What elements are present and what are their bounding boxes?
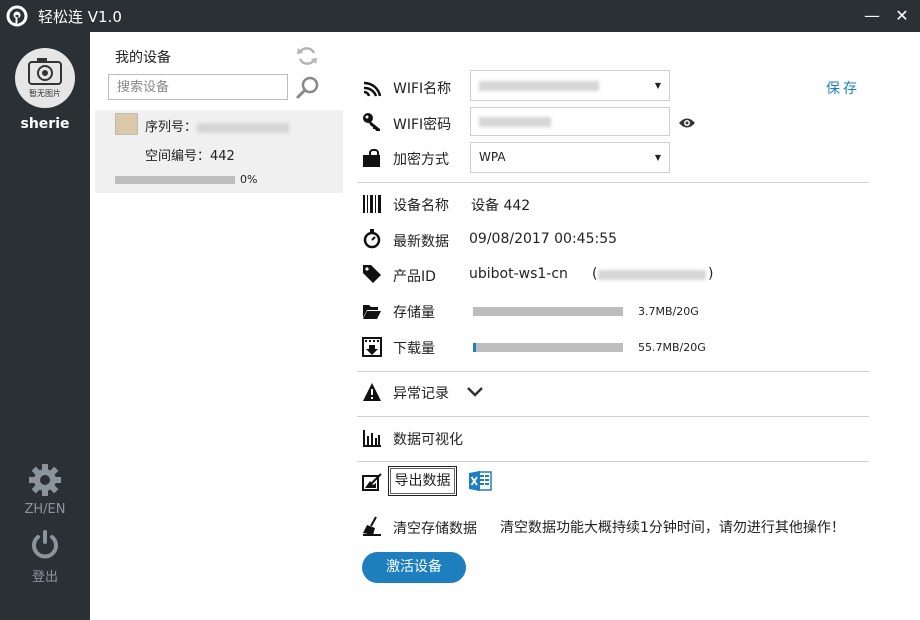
wifi-password-field[interactable] [470,107,670,136]
device-list-item[interactable]: 序列号： 空间编号：442 0% [95,110,343,193]
camera-icon [28,58,62,85]
device-name-label: 设备名称 [393,198,449,214]
latest-data-label: 最新数据 [393,234,449,250]
avatar[interactable]: 暂无图片 [15,48,75,108]
bar-chart-icon [363,430,381,447]
download-label: 下载量 [393,341,435,357]
device-serial-label: 序列号： [145,120,198,135]
chevron-down-icon: ▼ [654,81,661,90]
wifi-password-label: WIFI密码 [393,117,452,133]
clear-storage-label[interactable]: 清空存储数据 [393,518,477,538]
key-icon [363,113,380,131]
lock-briefcase-icon [363,149,380,167]
folder-open-icon [363,305,381,319]
save-button[interactable]: 保存 [826,78,860,98]
tag-icon [363,265,381,283]
device-thumbnail [115,113,138,135]
wifi-name-select[interactable]: ▼ [470,70,670,101]
product-id-label: 产品ID [393,269,436,285]
wifi-icon [363,81,382,97]
settings-gear-icon[interactable] [27,462,63,498]
device-progress-bar [115,176,235,184]
storage-label: 存储量 [393,305,435,321]
serial-redacted [197,122,290,133]
download-bar [473,343,623,352]
excel-icon[interactable] [468,470,492,492]
export-data-button[interactable]: 导出数据 [388,466,457,496]
chevron-down-icon: ▼ [654,153,661,162]
stopwatch-icon [363,229,381,249]
device-name-value: 设备 442 [471,198,531,214]
search-icon[interactable] [295,74,321,100]
encryption-select[interactable]: WPA ▼ [470,142,670,173]
password-redacted [479,117,551,127]
clear-storage-warning: 清空数据功能大概持续1分钟时间，请勿进行其他操作！ [500,520,845,536]
avatar-caption: 暂无图片 [29,89,61,98]
chevron-down-icon[interactable] [466,386,484,398]
window-title: 轻松连 V1.0 [38,8,122,26]
wifi-name-label: WIFI名称 [393,81,452,97]
product-id-paren-open: ( [592,266,598,282]
main-panel: WIFI名称 ▼ 保存 WIFI密码 加密方式 WPA ▼ 设备名称 设备 44… [350,32,920,620]
broom-icon [363,516,381,536]
alerts-toggle[interactable]: 异常记录 [393,383,449,403]
product-id-paren-close: ) [708,266,714,282]
divider [357,461,869,462]
download-text: 55.7MB/20G [638,341,706,354]
wifi-name-redacted [479,80,599,91]
close-button[interactable]: ✕ [892,6,912,26]
storage-bar [473,307,623,316]
latest-data-value: 09/08/2017 00:45:55 [469,231,618,247]
download-icon [362,337,382,357]
device-panel: 我的设备 序列号： 空间编号：442 0% [90,32,350,620]
divider [357,371,869,372]
storage-text: 3.7MB/20G [638,305,699,318]
divider [357,416,869,417]
power-icon[interactable] [28,528,62,562]
device-space-id: 空间编号：442 [145,149,235,164]
divider [357,182,869,183]
product-id-redacted [598,270,706,280]
download-bar-fill [473,343,476,352]
product-id-value: ubibot-ws1-cn [469,266,568,282]
eye-icon[interactable] [678,116,696,130]
title-bar: 轻松连 V1.0 — ✕ [0,0,920,32]
device-search-input[interactable] [108,74,288,100]
sidebar: 暂无图片 sherie ZH/EN 登出 [0,32,90,620]
activate-device-button[interactable]: 激活设备 [362,552,466,583]
encryption-value: WPA [479,150,506,164]
barcode-icon [363,195,381,213]
username: sherie [20,116,70,132]
device-serial: 序列号： [145,116,290,135]
image-export-icon [362,473,382,491]
device-progress-text: 0% [240,173,258,186]
minimize-button[interactable]: — [862,6,882,26]
app-logo-icon [6,5,28,27]
refresh-icon[interactable] [295,44,319,68]
visualize-link[interactable]: 数据可视化 [393,429,463,449]
warning-icon [363,383,381,401]
logout-button[interactable]: 登出 [0,566,90,585]
language-toggle[interactable]: ZH/EN [0,502,90,517]
device-panel-title: 我的设备 [115,50,171,66]
encryption-label: 加密方式 [393,152,449,168]
